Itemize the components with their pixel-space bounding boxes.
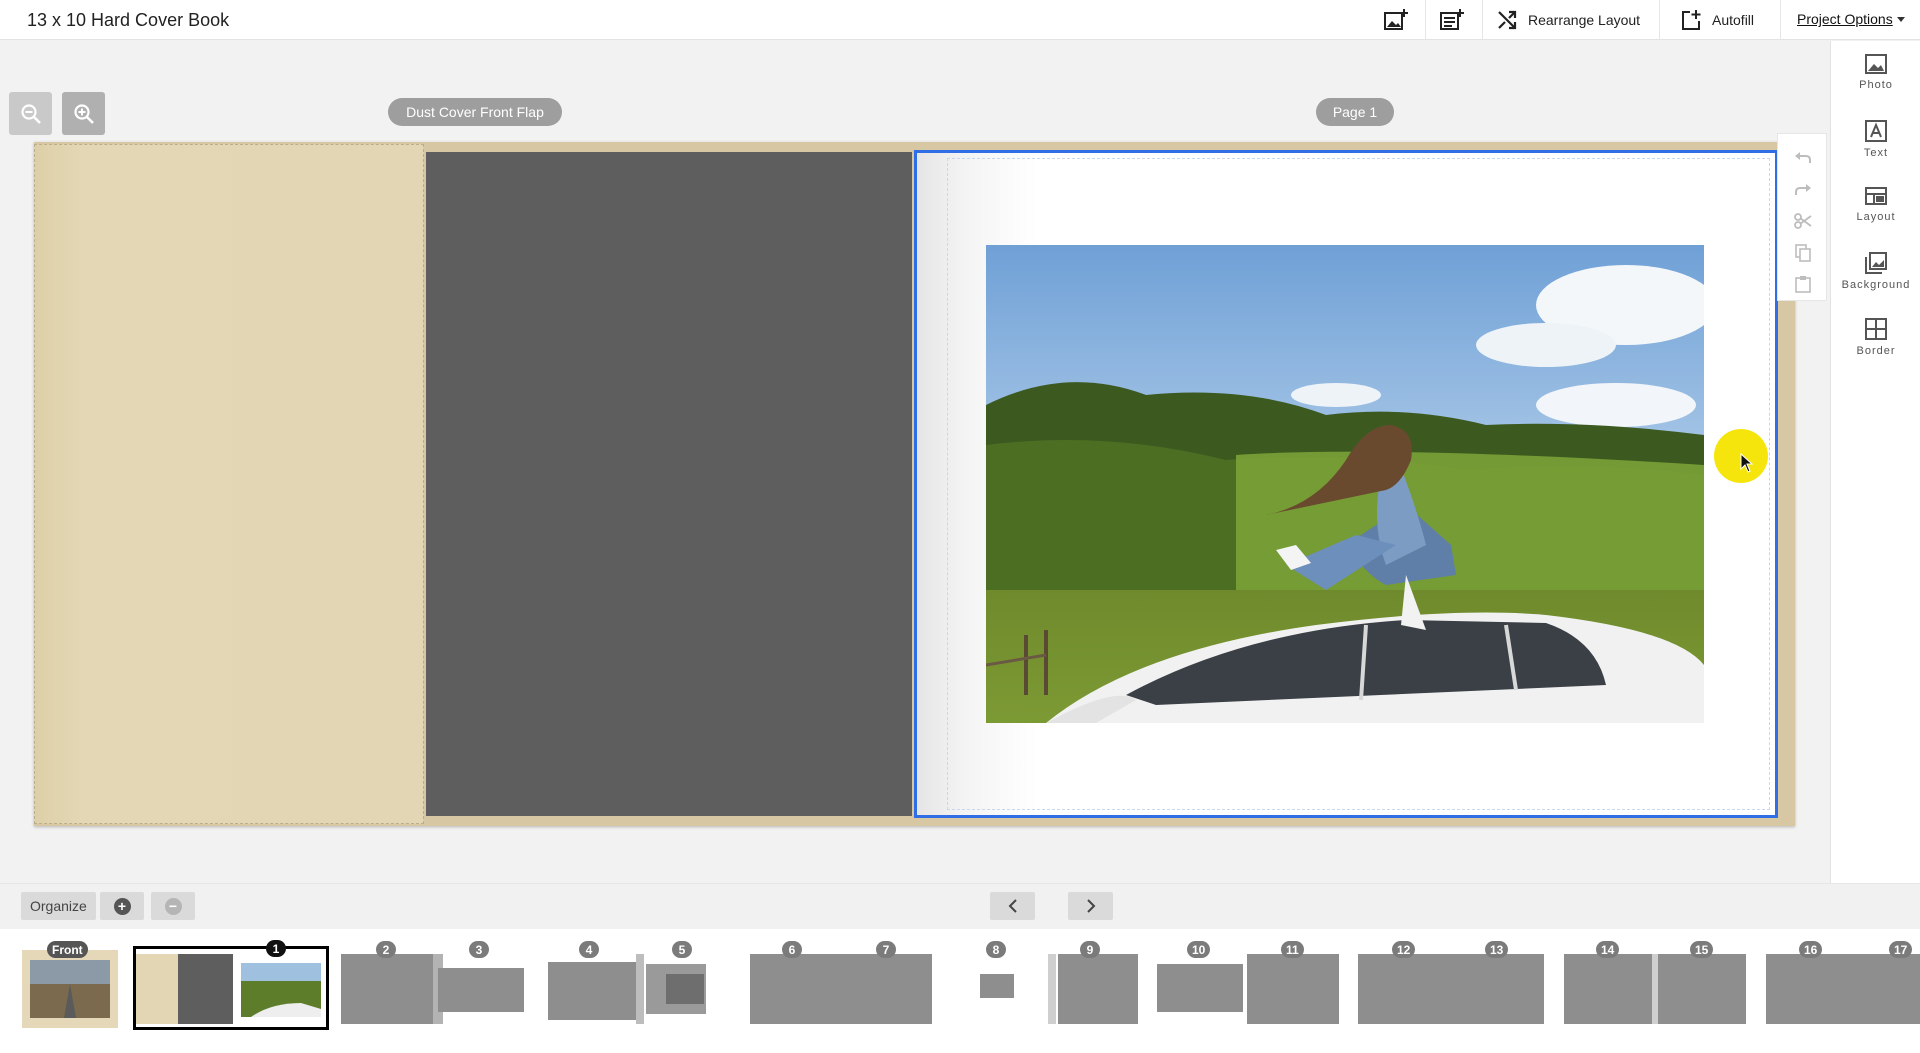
editor-canvas-area: Dust Cover Front Flap Page 1 (0, 41, 1830, 883)
thumbnail-spread-4-5[interactable] (542, 950, 732, 1028)
project-options-label: Project Options (1797, 11, 1893, 27)
undo-icon (1795, 152, 1811, 163)
text-tool-label: Text (1863, 147, 1889, 159)
page-badge-2: 2 (376, 941, 396, 958)
add-photo-icon (1384, 9, 1408, 30)
thumbnail-spread-14-15[interactable] (1560, 950, 1750, 1028)
layout-tool-label: Layout (1856, 211, 1896, 223)
add-photo-button[interactable] (1381, 6, 1411, 34)
zoom-in-button[interactable] (62, 92, 105, 135)
edit-tools-panel (1777, 133, 1827, 301)
front-cover-thumbnail-image (30, 960, 110, 1018)
minus-icon: − (164, 897, 182, 915)
layout-icon (1865, 187, 1887, 205)
layout-tool-button[interactable]: Layout (1831, 173, 1920, 233)
background-tool-button[interactable]: Background (1831, 239, 1920, 299)
page-badge-4: 4 (579, 941, 599, 958)
photo-tool-label: Photo (1859, 79, 1893, 91)
book-cover-panel[interactable] (426, 152, 912, 816)
undo-button[interactable] (1793, 148, 1813, 168)
thumbnail-spread-8-9[interactable] (950, 950, 1140, 1028)
page-badge-9: 9 (1080, 941, 1100, 958)
photo-icon (1865, 54, 1887, 74)
rearrange-layout-button[interactable]: Rearrange Layout (1496, 6, 1640, 34)
zoom-out-button[interactable] (9, 92, 52, 135)
shuffle-icon (1498, 10, 1517, 30)
page-badge-11: 11 (1281, 941, 1304, 958)
selected-spread-indicator (133, 946, 329, 1030)
top-bar: 13 x 10 Hard Cover Book Rearrange Layout… (0, 0, 1920, 40)
page-badge-15: 15 (1690, 941, 1714, 958)
redo-button[interactable] (1793, 180, 1813, 200)
background-icon (1865, 252, 1887, 274)
next-spread-button[interactable] (1068, 892, 1113, 920)
page-badge-12: 12 (1392, 941, 1416, 958)
cut-icon (1794, 213, 1812, 229)
chevron-left-icon (1008, 899, 1017, 913)
copy-button[interactable] (1793, 243, 1813, 263)
add-page-icon (1440, 9, 1464, 30)
border-icon (1865, 318, 1887, 340)
page-filmstrip: Front 1 2 3 4 5 6 7 8 9 10 11 12 13 14 1… (0, 929, 1920, 1053)
copy-icon (1795, 244, 1811, 262)
thumbnail-spread-16-17[interactable] (1764, 950, 1920, 1028)
dust-cover-front-flap-label: Dust Cover Front Flap (388, 98, 562, 126)
page-badge-5: 5 (672, 941, 692, 958)
remove-page-spread-button[interactable]: − (151, 892, 195, 920)
border-tool-button[interactable]: Border (1831, 305, 1920, 365)
page-badge-8: 8 (986, 941, 1006, 958)
thumbnail-spread-6-7[interactable] (746, 950, 936, 1028)
zoom-in-icon (73, 103, 94, 124)
redo-icon (1795, 184, 1811, 195)
thumbnail-spread-12-13[interactable] (1356, 950, 1546, 1028)
page-1-label: Page 1 (1316, 98, 1394, 126)
add-page-spread-button[interactable]: + (100, 892, 144, 920)
page-toolbar: Organize + − (0, 883, 1920, 928)
add-page-button[interactable] (1437, 6, 1467, 34)
autofill-button[interactable]: Autofill (1680, 6, 1754, 34)
cut-button[interactable] (1793, 211, 1813, 231)
chevron-right-icon (1086, 899, 1095, 913)
front-badge: Front (47, 941, 88, 958)
background-tool-label: Background (1841, 279, 1911, 291)
page-badge-14: 14 (1596, 941, 1620, 958)
project-title: 13 x 10 Hard Cover Book (27, 10, 230, 30)
page-badge-7: 7 (876, 941, 896, 958)
photo-tool-button[interactable]: Photo (1831, 41, 1920, 101)
project-options-menu[interactable]: Project Options (1797, 11, 1905, 27)
page-badge-13: 13 (1485, 941, 1509, 958)
caret-down-icon (1896, 16, 1905, 22)
thumbnail-spread-2-3[interactable] (338, 950, 528, 1028)
rearrange-layout-label: Rearrange Layout (1528, 12, 1641, 28)
thumbnail-front-cover[interactable]: Front (22, 941, 118, 1028)
zoom-out-icon (20, 103, 41, 124)
page-badge-16: 16 (1799, 941, 1823, 958)
page-badge-6: 6 (782, 941, 802, 958)
text-tool-button[interactable]: Text (1831, 107, 1920, 167)
text-icon (1865, 120, 1887, 142)
previous-spread-button[interactable] (990, 892, 1035, 920)
mouse-pointer-icon (1740, 453, 1754, 473)
page-badge-3: 3 (469, 941, 489, 958)
photo-woman-on-car (986, 245, 1704, 723)
paste-icon (1795, 276, 1811, 293)
thumbnail-spread-10-11[interactable] (1153, 950, 1343, 1028)
border-tool-label: Border (1856, 345, 1896, 357)
autofill-icon (1682, 10, 1701, 30)
paste-button[interactable] (1793, 274, 1813, 294)
organize-button[interactable]: Organize (21, 892, 96, 920)
page-1-photo[interactable] (986, 245, 1704, 723)
autofill-label: Autofill (1712, 12, 1755, 28)
page-badge-1: 1 (266, 940, 286, 957)
dust-cover-front-flap[interactable] (34, 144, 424, 824)
page-badge-17: 17 (1889, 941, 1913, 958)
plus-icon: + (113, 897, 131, 915)
tool-sidebar: Photo Text Layout Background Border (1830, 41, 1920, 883)
page-badge-10: 10 (1187, 941, 1211, 958)
